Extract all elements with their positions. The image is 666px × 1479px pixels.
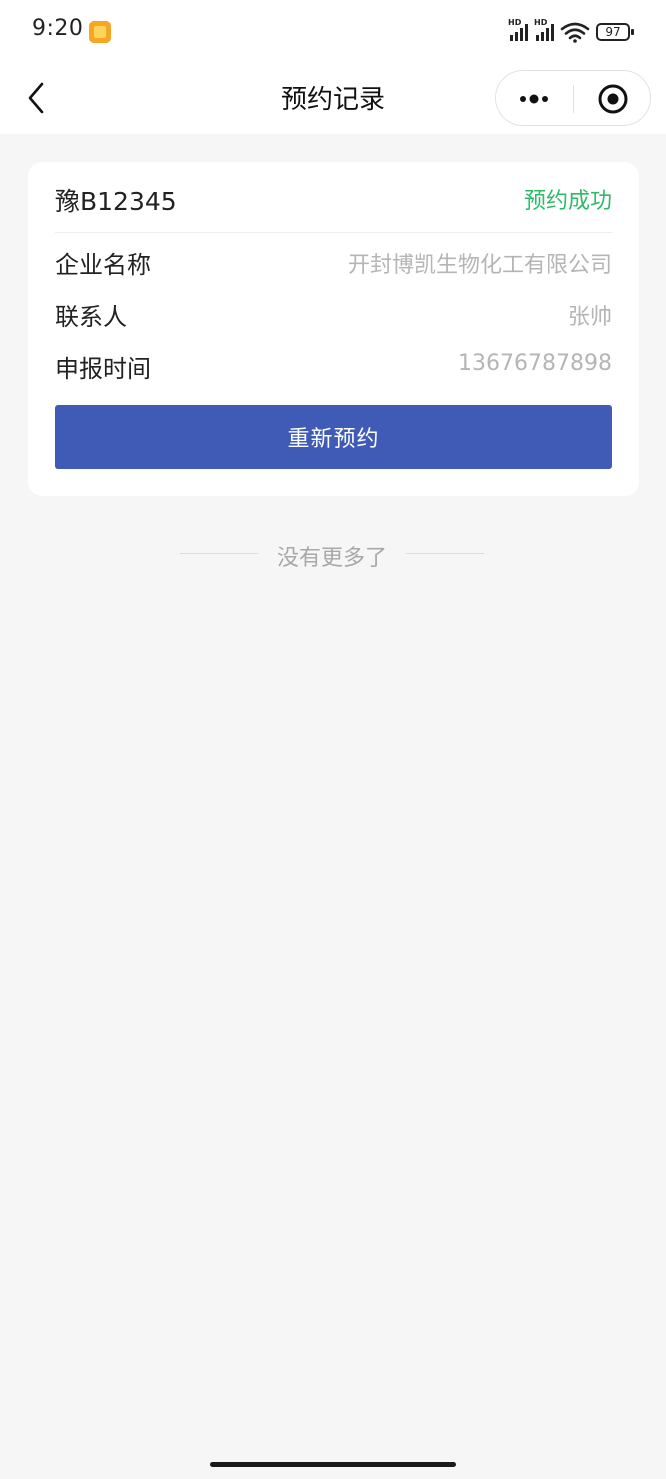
battery-icon: 97: [596, 23, 634, 41]
status-icons: HD HD 97: [508, 18, 634, 44]
contact-row: 联系人 张帅: [55, 297, 612, 337]
no-more-indicator: 没有更多了: [180, 540, 484, 571]
reservation-card: 豫B12345 预约成功 企业名称 开封博凯生物化工有限公司 联系人 张帅 申报…: [28, 162, 639, 496]
nav-bar: 预约记录: [0, 62, 666, 134]
company-value: 开封博凯生物化工有限公司: [347, 253, 612, 278]
company-label: 企业名称: [55, 251, 151, 279]
status-bar: 9:20 HD HD 97: [0, 0, 666, 62]
contact-value: 张帅: [567, 305, 612, 330]
more-dots-icon: [520, 94, 548, 104]
signal-icon: HD: [508, 18, 528, 41]
company-row: 企业名称 开封博凯生物化工有限公司: [55, 245, 612, 285]
wifi-icon: [560, 22, 590, 43]
signal-hd-label: HD: [508, 18, 522, 27]
more-button[interactable]: [496, 71, 573, 127]
status-time: 9:20: [32, 16, 84, 41]
submit-time-row: 申报时间 13676787898: [55, 349, 612, 389]
status-badge: 预约成功: [523, 189, 612, 214]
submit-time-label: 申报时间: [55, 355, 151, 383]
rebook-button[interactable]: 重新预约: [55, 405, 612, 469]
mini-program-capsule: [495, 70, 651, 126]
signal-icon: HD: [534, 18, 554, 41]
submit-time-value: 13676787898: [458, 351, 612, 376]
close-button[interactable]: [574, 71, 652, 127]
target-close-icon: [598, 84, 628, 114]
contact-label: 联系人: [55, 303, 127, 331]
no-more-text: 没有更多了: [276, 546, 387, 571]
divider-right: [406, 553, 484, 554]
notification-app-icon: [89, 21, 111, 43]
license-plate: 豫B12345: [55, 187, 177, 216]
card-divider: [55, 232, 612, 233]
home-indicator[interactable]: [210, 1462, 456, 1467]
signal-hd-label: HD: [534, 18, 548, 27]
